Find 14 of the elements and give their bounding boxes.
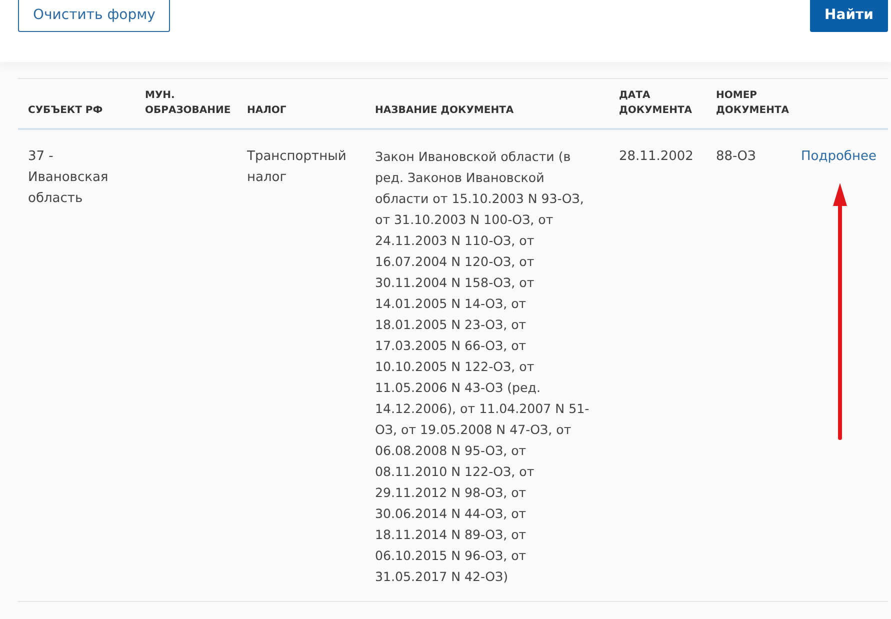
search-button[interactable]: Найти (810, 0, 888, 32)
table-cell: 37 - Ивановская область (28, 149, 108, 206)
clear-form-button[interactable]: Очистить форму (18, 0, 170, 32)
column-header: МУН. ОБРАЗОВАНИЕ (145, 90, 231, 116)
table-cell: 28.11.2002 (619, 149, 694, 164)
table-cell: Транспортный налог (247, 149, 346, 185)
table-cell: 88-ОЗ (716, 149, 756, 164)
table-cell: Закон Ивановской области (в ред. Законов Ивановской области от 15.10.2003 N 93-ОЗ, от 31.10.2003 N 100-ОЗ, от 24.11.2003 N 110-ОЗ, от 16.07.2004 N 120-ОЗ, от 30.11.2004 N 158-ОЗ, от 14.01.2005 N 14-ОЗ, от 18.01.2005 N 23-ОЗ, от 17.03.2005 N 66-ОЗ, от 10.10.2005 N 122-ОЗ, от 11.05.2006 N 43-ОЗ (ред. 14.12.2006), от 11.04.2007 N 51-ОЗ, от 19.05.2008 N 47-ОЗ, от 06.08.2008 N 95-ОЗ, от 08.11.2010 N 122-ОЗ, от 29.11.2012 N 98-ОЗ, от 30.06.2014 N 44-ОЗ, от 18.11.2014 N 89-ОЗ, от 06.10.2015 N 96-ОЗ, от 31.05.2017 N 42-ОЗ) (375, 149, 590, 584)
column-header: НОМЕР ДОКУМЕНТА (716, 90, 790, 116)
column-header: НАЛОГ (247, 104, 286, 116)
column-header: СУБЪЕКТ РФ (28, 104, 103, 116)
details-link[interactable]: Подробнее (801, 149, 876, 164)
column-header: НАЗВАНИЕ ДОКУМЕНТА (375, 104, 514, 116)
column-header: ДАТА ДОКУМЕНТА (619, 90, 692, 116)
